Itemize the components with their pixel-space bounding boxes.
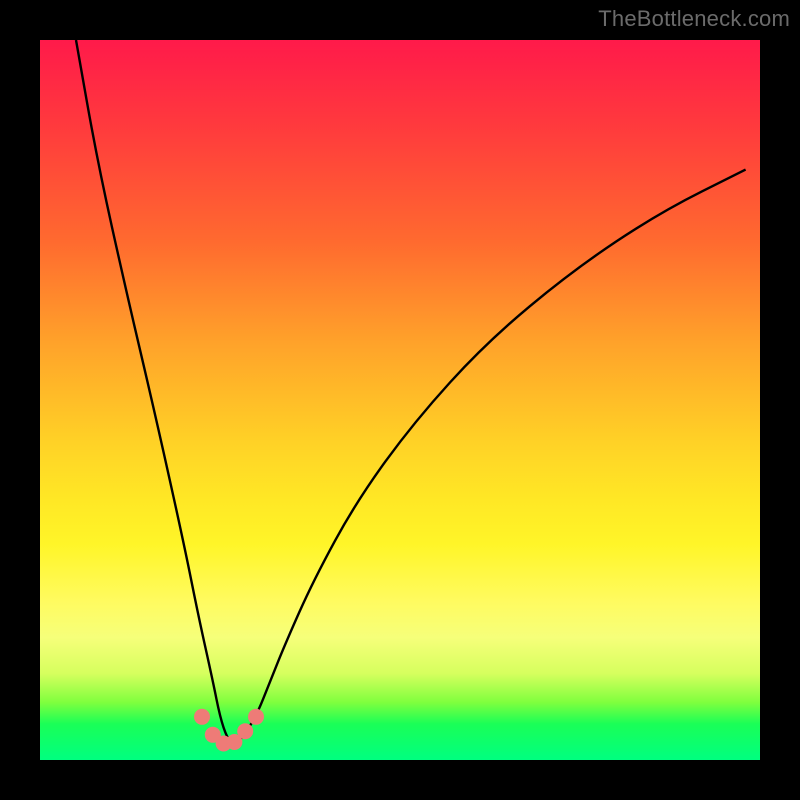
- marker-dot: [237, 723, 253, 739]
- chart-frame: TheBottleneck.com: [0, 0, 800, 800]
- marker-dot: [248, 709, 264, 725]
- marker-dot: [194, 709, 210, 725]
- chart-svg-wrap: [40, 40, 760, 760]
- chart-svg: [40, 40, 760, 760]
- watermark-text: TheBottleneck.com: [598, 6, 790, 32]
- marker-group: [194, 709, 264, 752]
- bottleneck-curve: [76, 40, 746, 744]
